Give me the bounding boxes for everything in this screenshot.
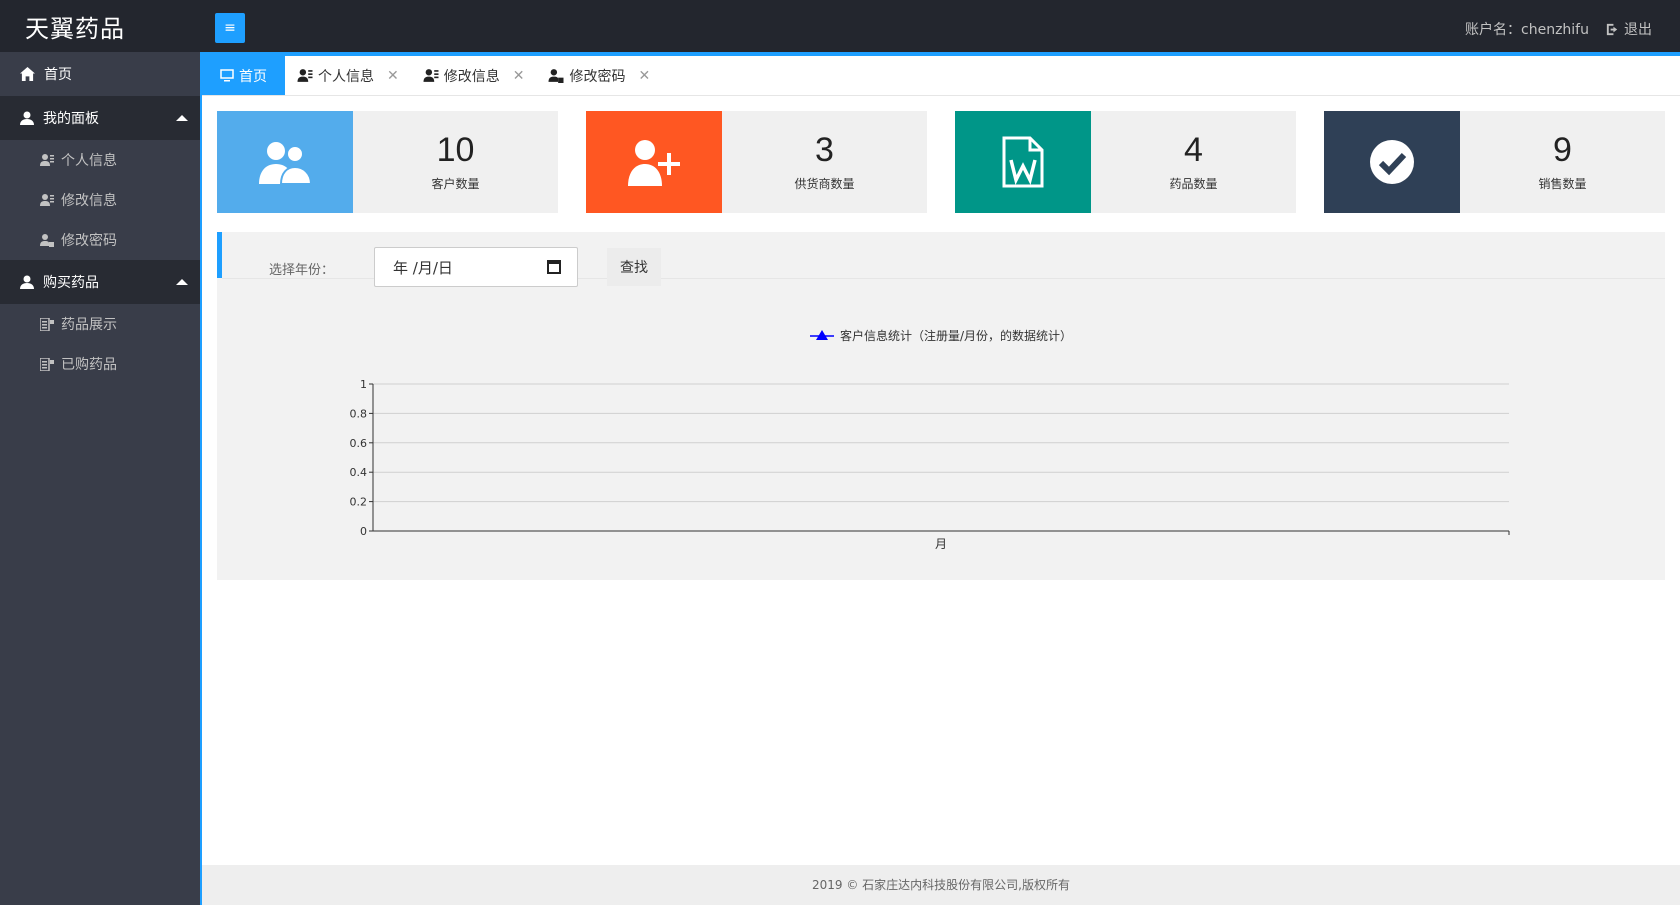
stat-value: 10	[436, 131, 475, 169]
tab-personal-info[interactable]: 个人信息 ✕	[285, 56, 411, 95]
stat-icon-box	[586, 111, 722, 213]
tab-home[interactable]: 首页	[202, 56, 285, 95]
tab-change-password[interactable]: 修改密码 ✕	[536, 56, 662, 95]
caret-up-icon	[176, 115, 188, 121]
sidebar: 首页 我的面板 个人信息 修改信息 修改密码 购买药品 药品展示 已购药品	[0, 52, 200, 905]
sidebar-item-purchased-medicine[interactable]: 已购药品	[0, 344, 200, 384]
user-lock-icon	[548, 69, 564, 83]
tab-label: 修改密码	[569, 68, 626, 85]
stat-icon-box	[217, 111, 353, 213]
stat-card-sales[interactable]: 9 销售数量	[1324, 111, 1665, 213]
stat-card-medicines[interactable]: 4 药品数量	[955, 111, 1296, 213]
stat-value: 4	[1184, 131, 1203, 169]
customer-line-chart: 客户信息统计（注册量/月份，的数据统计） 0 0.2 0.4 0.6 0.8 1 月	[350, 328, 1510, 551]
sidebar-group-label: 我的面板	[43, 111, 99, 127]
user-lock-icon	[40, 234, 54, 247]
sidebar-edge	[200, 52, 202, 905]
home-icon	[20, 67, 35, 81]
app-logo: 天翼药品	[25, 15, 125, 43]
tab-label: 首页	[239, 68, 267, 85]
add-user-icon	[628, 140, 680, 186]
monitor-icon	[220, 69, 234, 82]
sidebar-group-my-panel[interactable]: 我的面板	[0, 96, 200, 140]
close-icon[interactable]: ✕	[638, 68, 650, 84]
logout-icon	[1606, 23, 1618, 35]
stat-label: 销售数量	[1538, 177, 1587, 191]
close-icon[interactable]: ✕	[387, 68, 399, 84]
check-circle-icon	[1370, 140, 1414, 184]
stat-icon-box	[955, 111, 1091, 213]
stat-card-suppliers[interactable]: 3 供货商数量	[586, 111, 927, 213]
word-file-icon	[1002, 136, 1044, 188]
sidebar-item-home[interactable]: 首页	[0, 52, 200, 96]
user-card-icon	[297, 69, 313, 82]
top-header: 天翼药品 ≡ 账户名：chenzhifu 退出	[0, 0, 1680, 52]
stat-cards: 10 客户数量 3 供货商数量 4 药品数量 9 销售数量	[217, 111, 1665, 213]
users-icon	[259, 142, 311, 184]
year-label: 选择年份：	[269, 263, 335, 278]
stat-label: 供货商数量	[794, 177, 855, 191]
stat-label: 药品数量	[1169, 177, 1218, 191]
stat-card-customers[interactable]: 10 客户数量	[217, 111, 558, 213]
list-icon	[40, 357, 54, 371]
sidebar-item-label: 首页	[44, 67, 72, 83]
chart-grid	[373, 383, 1509, 503]
date-placeholder: 年 /月/日	[393, 258, 453, 277]
user-card-icon	[423, 69, 439, 82]
user-icon	[20, 111, 34, 125]
user-box: 账户名：chenzhifu 退出	[1465, 19, 1652, 39]
sidebar-item-label: 个人信息	[61, 153, 117, 169]
sidebar-item-label: 修改密码	[61, 233, 117, 249]
panel-accent-bar	[217, 232, 222, 278]
stat-icon-box	[1324, 111, 1460, 213]
caret-up-icon	[176, 279, 188, 285]
y-axis-ticks: 0 0.2 0.4 0.6 0.8 1	[350, 378, 373, 538]
menu-toggle-button[interactable]: ≡	[215, 13, 245, 43]
stat-value: 9	[1553, 131, 1572, 169]
sidebar-item-label: 药品展示	[61, 317, 117, 333]
y-tick-label: 1	[360, 378, 367, 391]
user-icon	[20, 275, 34, 289]
sidebar-item-label: 已购药品	[61, 357, 117, 373]
stat-label: 客户数量	[431, 177, 480, 191]
sidebar-group-buy-medicine[interactable]: 购买药品	[0, 260, 200, 304]
tab-bar: 首页 个人信息 ✕ 修改信息 ✕ 修改密码 ✕	[202, 52, 1680, 96]
y-tick-label: 0	[360, 525, 367, 538]
footer: 2019 © 石家庄达内科技股份有限公司,版权所有	[202, 865, 1680, 905]
y-tick-label: 0.6	[350, 437, 368, 450]
sidebar-item-label: 修改信息	[61, 193, 117, 209]
legend-marker	[816, 330, 828, 340]
user-card-icon	[40, 154, 54, 166]
y-tick-label: 0.4	[350, 466, 368, 479]
user-card-icon	[40, 194, 54, 206]
sidebar-item-change-password[interactable]: 修改密码	[0, 220, 200, 260]
legend-label: 客户信息统计（注册量/月份，的数据统计）	[840, 328, 1072, 343]
x-axis-label: 月	[935, 537, 947, 551]
tab-edit-info[interactable]: 修改信息 ✕	[411, 56, 537, 95]
tab-label: 修改信息	[443, 68, 500, 85]
sidebar-item-medicine-display[interactable]: 药品展示	[0, 304, 200, 344]
sidebar-group-label: 购买药品	[43, 275, 99, 291]
calendar-icon[interactable]	[547, 260, 561, 274]
close-icon[interactable]: ✕	[513, 68, 525, 84]
y-tick-label: 0.8	[350, 407, 368, 420]
y-tick-label: 0.2	[350, 496, 368, 509]
chart-panel: 选择年份： 年 /月/日 查找 客户信息统计（注册量/月份，的数据统计） 0 0.…	[217, 232, 1665, 580]
logout-link[interactable]: 退出	[1605, 19, 1652, 39]
list-icon	[40, 317, 54, 331]
account-name: 账户名：chenzhifu	[1465, 22, 1589, 38]
tab-label: 个人信息	[318, 68, 374, 85]
menu-icon: ≡	[224, 20, 236, 36]
logout-label: 退出	[1624, 22, 1652, 38]
sidebar-item-personal-info[interactable]: 个人信息	[0, 140, 200, 180]
stat-value: 3	[815, 131, 834, 169]
sidebar-item-edit-info[interactable]: 修改信息	[0, 180, 200, 220]
